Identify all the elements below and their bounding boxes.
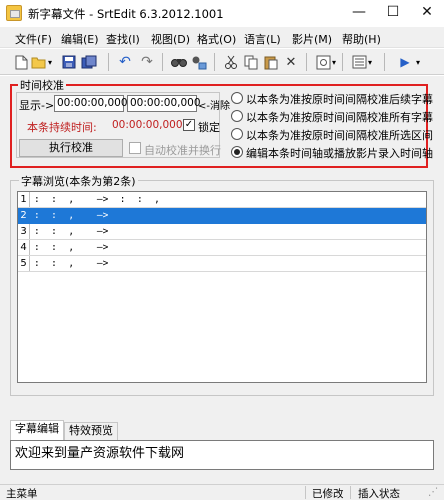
auto-calibrate-checkbox[interactable] <box>129 142 141 154</box>
status-bar: 主菜单 已修改 插入状态 ⋰ <box>0 484 444 500</box>
subtitle-row-time: : : , —> <box>34 242 109 253</box>
maximize-button[interactable]: ☐ <box>376 0 410 27</box>
auto-calibrate-label: 自动校准并换行 <box>144 144 221 157</box>
subtitle-row-time: : : , —> <box>34 226 109 237</box>
undo-icon[interactable]: ↶ <box>116 53 134 71</box>
menu-language[interactable]: 语言(L) <box>244 31 281 47</box>
menu-format[interactable]: 格式(O) <box>197 31 236 47</box>
subtitle-row-time: : : , —> : : , <box>34 194 160 205</box>
start-time-input[interactable]: 00:00:00,000 <box>54 95 128 112</box>
play-icon[interactable]: ▶ <box>396 53 414 71</box>
main-area: 时间校准 显示-> 00:00:00,000 00:00:00,000 <-消除… <box>0 76 444 484</box>
menu-view[interactable]: 视图(D) <box>151 31 190 47</box>
app-icon <box>6 5 22 21</box>
execute-calibration-button[interactable]: 执行校准 <box>19 139 123 157</box>
status-modified: 已修改 <box>312 488 344 500</box>
menu-find[interactable]: 查找(I) <box>106 31 140 47</box>
duration-value: 00:00:00,000 <box>112 119 183 131</box>
delete-icon[interactable]: ✕ <box>282 53 300 71</box>
subtitle-row-number: 2 <box>18 208 30 223</box>
status-main-menu: 主菜单 <box>6 488 38 500</box>
replace-icon[interactable] <box>190 53 208 71</box>
tab-subtitle-edit[interactable]: 字幕编辑 <box>10 420 64 440</box>
paste-icon[interactable] <box>262 53 280 71</box>
time-calibration-panel: 时间校准 显示-> 00:00:00,000 00:00:00,000 <-消除… <box>10 77 433 168</box>
subtitle-row-number: 5 <box>18 256 30 271</box>
window-title: 新字幕文件 - SrtEdit 6.3.2012.1001 <box>28 7 224 21</box>
radio-calibrate-all-label: 以本条为准按原时间间隔校准所有字幕 <box>246 111 433 124</box>
radio-calibrate-selection-label: 以本条为准按原时间间隔校准所选区间 <box>246 129 433 142</box>
status-insert-mode: 插入状态 <box>358 488 400 500</box>
subtitle-text-editor[interactable]: 欢迎来到量产资源软件下载网 <box>10 440 434 470</box>
menu-file[interactable]: 文件(F) <box>15 31 52 47</box>
menu-edit[interactable]: 编辑(E) <box>61 31 99 47</box>
subtitle-row[interactable]: 5 : : , —> <box>18 256 426 272</box>
duration-label: 本条持续时间: <box>27 121 97 134</box>
radio-calibrate-following-label: 以本条为准按原时间间隔校准后续字幕 <box>246 93 433 106</box>
menu-movie[interactable]: 影片(M) <box>292 31 332 47</box>
lock-label: 锁定 <box>198 121 220 134</box>
subtitle-row[interactable]: 3 : : , —> <box>18 224 426 240</box>
radio-calibrate-following[interactable] <box>231 92 243 104</box>
subtitle-row[interactable]: 1 : : , —> : : , <box>18 192 426 208</box>
minimize-button[interactable]: — <box>342 0 376 27</box>
subtitle-row-time: : : , —> <box>34 258 109 269</box>
play-dropdown-icon[interactable]: ▾ <box>414 53 422 71</box>
subtitle-browser-title: 字幕浏览(本条为第2条) <box>19 173 138 189</box>
subtitle-row[interactable]: 4 : : , —> <box>18 240 426 256</box>
new-file-icon[interactable] <box>12 53 30 71</box>
radio-calibrate-all[interactable] <box>231 110 243 122</box>
save-as-icon[interactable] <box>80 53 98 71</box>
resize-grip-icon[interactable]: ⋰ <box>428 486 439 498</box>
cut-icon[interactable] <box>222 53 240 71</box>
menu-help[interactable]: 帮助(H) <box>342 31 381 47</box>
settings-dropdown-icon[interactable]: ▾ <box>330 53 338 71</box>
title-bar: 新字幕文件 - SrtEdit 6.3.2012.1001 — ☐ ✕ <box>0 0 444 27</box>
end-time-input[interactable]: 00:00:00,000 <box>127 95 201 112</box>
time-inputs-group: 显示-> 00:00:00,000 00:00:00,000 <-消除 本条持续… <box>16 92 230 158</box>
subtitle-row-number: 4 <box>18 240 30 255</box>
menu-bar: 文件(F) 编辑(E) 查找(I) 视图(D) 格式(O) 语言(L) 影片(M… <box>0 27 444 48</box>
find-icon[interactable] <box>170 53 188 71</box>
video-dropdown-icon[interactable]: ▾ <box>366 53 374 71</box>
subtitle-row-time: : : , —> <box>34 210 109 221</box>
redo-icon[interactable]: ↷ <box>138 53 156 71</box>
cancel-label[interactable]: <-消除 <box>198 97 230 112</box>
radio-calibrate-selection[interactable] <box>231 128 243 140</box>
dropdown-arrow-icon[interactable]: ▾ <box>46 53 54 71</box>
radio-edit-timeline-label: 编辑本条时间轴或播放影片录入时间轴 <box>246 147 433 160</box>
tab-effect-preview[interactable]: 特效预览 <box>64 422 118 440</box>
close-button[interactable]: ✕ <box>410 0 444 27</box>
subtitle-browser-panel: 字幕浏览(本条为第2条) 1 : : , —> : : , 2 : : , —>… <box>10 173 434 396</box>
display-label: 显示-> <box>19 99 55 112</box>
subtitle-row-selected[interactable]: 2 : : , —> <box>18 208 426 224</box>
subtitle-row-number: 1 <box>18 192 30 207</box>
save-icon[interactable] <box>60 53 78 71</box>
radio-edit-timeline[interactable] <box>231 146 243 158</box>
time-calibration-title: 时间校准 <box>18 77 66 93</box>
lock-checkbox[interactable]: ✓ <box>183 119 195 131</box>
subtitle-list[interactable]: 1 : : , —> : : , 2 : : , —> 3 : : , —> 4… <box>17 191 427 383</box>
toolbar: ▾ ↶ ↷ ✕ ▾ ▾ ▶ ▾ <box>0 49 444 75</box>
copy-icon[interactable] <box>242 53 260 71</box>
subtitle-row-number: 3 <box>18 224 30 239</box>
